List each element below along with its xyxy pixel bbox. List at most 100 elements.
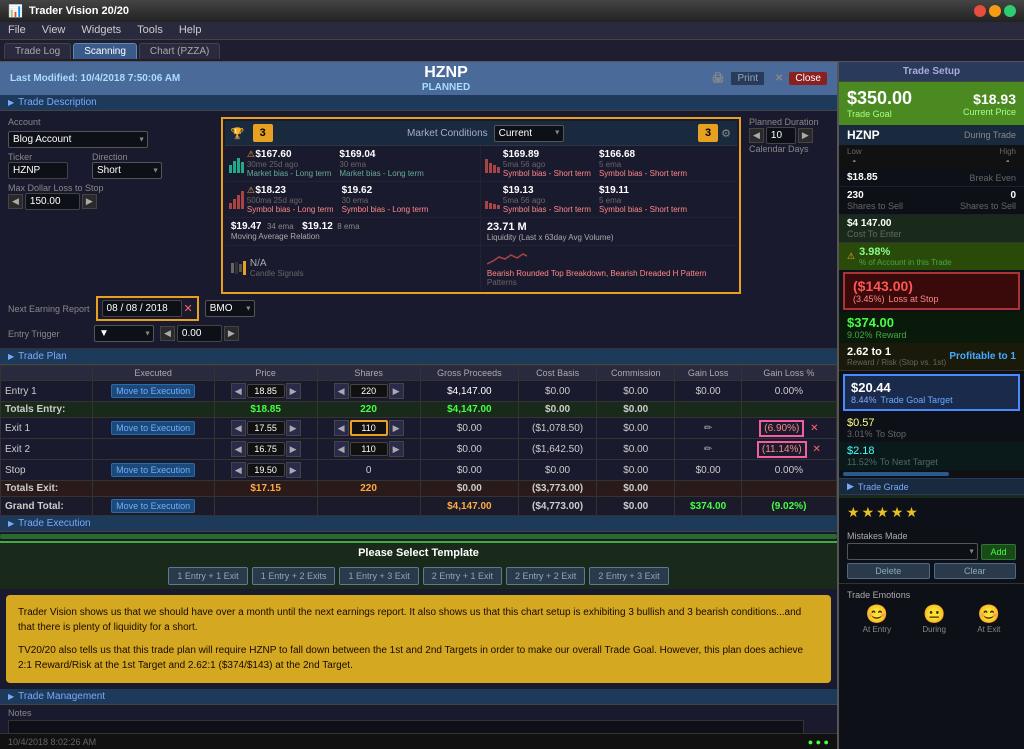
template-title: Please Select Template bbox=[0, 543, 837, 563]
et-inc[interactable]: ▶ bbox=[224, 326, 239, 341]
ticker-input[interactable] bbox=[8, 162, 68, 179]
entry1-price-input[interactable] bbox=[247, 384, 285, 398]
et-dec[interactable]: ◀ bbox=[160, 326, 175, 341]
star-4[interactable]: ★ bbox=[891, 504, 904, 521]
account-select[interactable]: Blog Account bbox=[8, 131, 148, 148]
exit1-shares-inc[interactable]: ▶ bbox=[389, 420, 404, 436]
exit2-price-dec[interactable]: ◀ bbox=[231, 441, 246, 457]
entry1-shares-inc[interactable]: ▶ bbox=[389, 383, 404, 399]
star-3[interactable]: ★ bbox=[876, 504, 889, 521]
current-select[interactable]: Current bbox=[494, 125, 564, 142]
exit1-price-dec[interactable]: ◀ bbox=[231, 420, 246, 436]
entry1-shares-input[interactable] bbox=[350, 384, 388, 398]
exit2-price-input[interactable] bbox=[247, 442, 285, 456]
ne-date-input[interactable] bbox=[102, 300, 182, 317]
delete-mistake-btn[interactable]: Delete bbox=[847, 563, 930, 579]
exit2-row: Exit 2 ◀ ▶ ◀ bbox=[1, 439, 837, 460]
menu-widgets[interactable]: Widgets bbox=[81, 24, 121, 37]
ne-clear-icon[interactable]: ✕ bbox=[184, 302, 193, 315]
tmpl-btn-1[interactable]: 1 Entry + 2 Exits bbox=[252, 567, 336, 585]
menu-help[interactable]: Help bbox=[179, 24, 202, 37]
left-area: Last Modified: 10/4/2018 7:50:06 AM HZNP… bbox=[0, 62, 839, 749]
maximize-window-btn[interactable] bbox=[1004, 5, 1016, 17]
menu-tools[interactable]: Tools bbox=[137, 24, 163, 37]
tex-shares: 220 bbox=[317, 481, 420, 497]
rp-grade-section-header[interactable]: ▶ Trade Grade bbox=[839, 478, 1024, 495]
notes-textarea[interactable] bbox=[8, 720, 804, 733]
exit2-shares-dec[interactable]: ◀ bbox=[334, 441, 349, 457]
trade-desc-header[interactable]: ▶ Trade Description bbox=[0, 95, 837, 111]
exit2-shares-input[interactable] bbox=[350, 442, 388, 456]
menu-view[interactable]: View bbox=[42, 24, 66, 37]
star-2[interactable]: ★ bbox=[862, 504, 875, 521]
tmpl-btn-4[interactable]: 2 Entry + 2 Exit bbox=[506, 567, 585, 585]
tmpl-btn-5[interactable]: 2 Entry + 3 Exit bbox=[589, 567, 668, 585]
close-window-btn[interactable] bbox=[974, 5, 986, 17]
exit1-exec-btn[interactable]: Move to Execution bbox=[111, 421, 195, 435]
trade-plan-header[interactable]: ▶ Trade Plan bbox=[0, 349, 837, 365]
gt-comm: $0.00 bbox=[597, 497, 675, 516]
exit1-price-inc[interactable]: ▶ bbox=[286, 420, 301, 436]
clear-mistakes-btn[interactable]: Clear bbox=[934, 563, 1017, 579]
tmpl-btn-3[interactable]: 2 Entry + 1 Exit bbox=[423, 567, 502, 585]
mistakes-action-btns: Delete Clear bbox=[847, 563, 1016, 579]
tmpl-btn-0[interactable]: 1 Entry + 1 Exit bbox=[168, 567, 247, 585]
et-type-select[interactable]: ▼ bbox=[94, 325, 154, 342]
max-dollar-dec[interactable]: ◀ bbox=[8, 194, 23, 209]
tmpl-btn-2[interactable]: 1 Entry + 3 Exit bbox=[339, 567, 418, 585]
exit2-price-inc[interactable]: ▶ bbox=[286, 441, 301, 457]
star-5[interactable]: ★ bbox=[905, 504, 918, 521]
stop-price-inc[interactable]: ▶ bbox=[286, 462, 301, 478]
header-symbol: HZNP bbox=[180, 64, 712, 82]
pd-inc[interactable]: ▶ bbox=[798, 128, 813, 143]
pd-dec[interactable]: ◀ bbox=[749, 128, 764, 143]
rp-symbol: HZNP bbox=[847, 128, 880, 142]
direction-select[interactable]: Short Long bbox=[92, 162, 162, 179]
stop-price-dec[interactable]: ◀ bbox=[231, 462, 246, 478]
pd-label: Planned Duration bbox=[749, 117, 829, 127]
print-btn[interactable]: Print bbox=[730, 71, 765, 86]
tab-scanning[interactable]: Scanning bbox=[73, 43, 137, 59]
exit2-remove-icon[interactable]: ✕ bbox=[813, 444, 821, 455]
exit2-shares-inc[interactable]: ▶ bbox=[389, 441, 404, 457]
entry1-gross: $4,147.00 bbox=[420, 381, 519, 402]
status-bar: 10/4/2018 8:02:26 AM ● ● ● bbox=[0, 733, 837, 749]
menu-file[interactable]: File bbox=[8, 24, 26, 37]
stop-price-input[interactable] bbox=[247, 463, 285, 477]
entry1-price-inc[interactable]: ▶ bbox=[286, 383, 301, 399]
ne-date-area: ✕ bbox=[96, 296, 199, 321]
te-comm: $0.00 bbox=[597, 402, 675, 418]
trade-mgmt-header[interactable]: ▶ Trade Management bbox=[0, 689, 837, 705]
pd-input[interactable] bbox=[766, 127, 796, 144]
th-shares: Shares bbox=[317, 366, 420, 381]
mistakes-select[interactable] bbox=[847, 543, 978, 560]
et-input[interactable] bbox=[177, 325, 222, 342]
add-mistake-btn[interactable]: Add bbox=[981, 544, 1016, 560]
tab-trade-log[interactable]: Trade Log bbox=[4, 43, 71, 59]
max-dollar-area: Max Dollar Loss to Stop ◀ ▶ bbox=[8, 183, 104, 210]
entry1-price-dec[interactable]: ◀ bbox=[231, 383, 246, 399]
entry1-shares-dec[interactable]: ◀ bbox=[334, 383, 349, 399]
emotion-during-face[interactable]: 😐 bbox=[922, 604, 946, 625]
exit1-shares-input[interactable] bbox=[350, 420, 388, 436]
emotion-exit-face[interactable]: 😊 bbox=[977, 604, 1000, 625]
rp-reward-val: $374.00 bbox=[847, 315, 907, 330]
minimize-window-btn[interactable] bbox=[989, 5, 1001, 17]
exit1-remove-icon[interactable]: ✕ bbox=[810, 423, 818, 434]
max-dollar-input[interactable] bbox=[25, 193, 80, 210]
close-btn[interactable]: Close bbox=[789, 72, 827, 85]
entry1-exec-btn[interactable]: Move to Execution bbox=[111, 384, 195, 398]
trade-exec-header[interactable]: ▶ Trade Execution bbox=[0, 516, 837, 532]
tab-chart[interactable]: Chart (PZZA) bbox=[139, 43, 220, 59]
stop-gl-pct: 0.00% bbox=[741, 460, 836, 481]
rp-prices: Low - High - bbox=[839, 145, 1024, 169]
gt-exec-btn[interactable]: Move to Execution bbox=[111, 499, 195, 513]
star-1[interactable]: ★ bbox=[847, 504, 860, 521]
exit1-price-input[interactable] bbox=[247, 421, 285, 435]
ne-source-select[interactable]: BMO bbox=[205, 300, 255, 317]
emotion-entry-face[interactable]: 😊 bbox=[863, 604, 891, 625]
exit1-shares-dec[interactable]: ◀ bbox=[334, 420, 349, 436]
mc-r3-price1: $19.47 bbox=[231, 221, 262, 232]
max-dollar-inc[interactable]: ▶ bbox=[82, 194, 97, 209]
stop-exec-btn[interactable]: Move to Execution bbox=[111, 463, 195, 477]
